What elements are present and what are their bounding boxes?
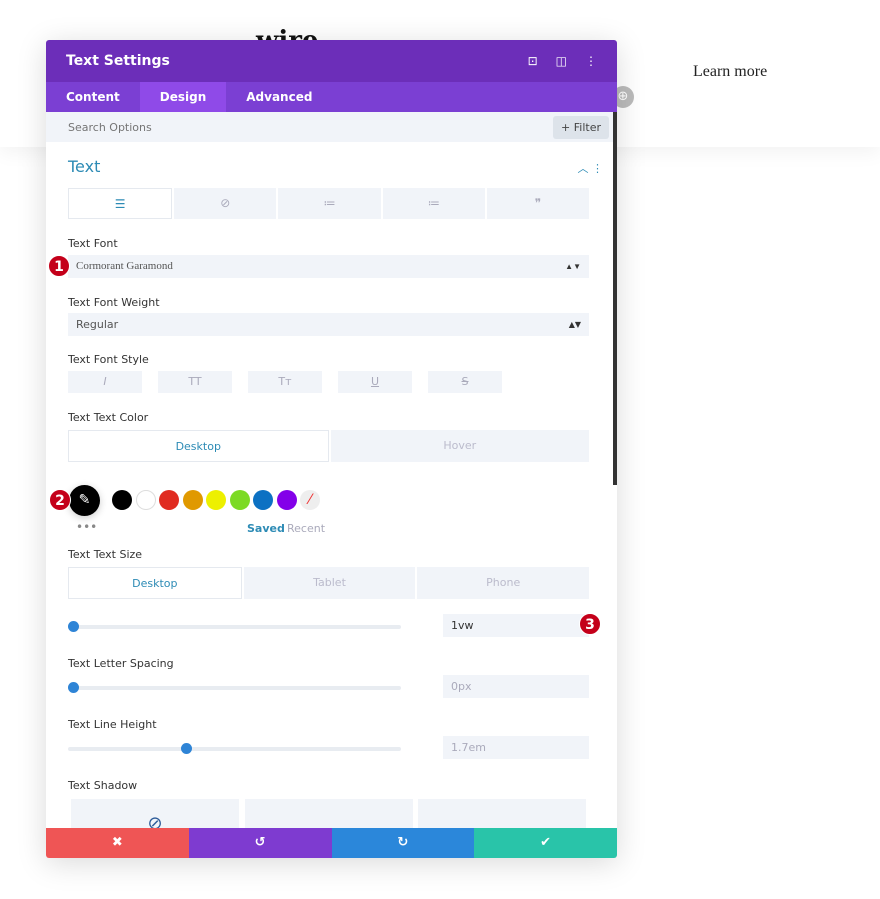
desktop-tab[interactable]: Desktop — [68, 567, 242, 599]
modal-tabs: Content Design Advanced — [46, 82, 617, 112]
line-height-slider[interactable] — [68, 743, 401, 754]
learn-more-link[interactable]: Learn more — [693, 63, 767, 81]
font-weight-value: Regular — [76, 318, 119, 331]
color-swatch[interactable] — [229, 490, 250, 510]
modal-title: Text Settings — [66, 53, 170, 69]
letter-spacing-label: Text Letter Spacing — [68, 657, 174, 670]
phone-tab[interactable]: Phone — [417, 567, 590, 599]
text-alignment-tabs: ☰ ⊘ ≔ ≔ ❞ — [68, 188, 590, 219]
tab-advanced[interactable]: Advanced — [226, 82, 332, 112]
slider-handle[interactable] — [180, 743, 192, 754]
color-swatch[interactable] — [182, 490, 203, 510]
undo-button[interactable]: ↺ — [188, 828, 332, 858]
settings-modal: Text Settings ⊡ ◫ ⋮ Content Design Advan… — [46, 40, 617, 858]
line-height-input[interactable]: 1.7em — [443, 736, 589, 759]
text-font-label: Text Font — [68, 237, 118, 250]
save-button[interactable]: ✔ — [474, 828, 617, 858]
text-size-label: Text Text Size — [68, 548, 143, 561]
color-swatch[interactable] — [112, 490, 132, 510]
filter-button[interactable]: + Filter — [553, 115, 609, 139]
text-font-select[interactable]: Cormorant Garamond ▲▼ — [68, 255, 589, 278]
cancel-button[interactable]: ✖ — [46, 828, 189, 858]
section-title[interactable]: Text — [68, 157, 100, 176]
hover-tab[interactable]: Hover — [330, 430, 589, 462]
slider-handle[interactable] — [68, 621, 79, 632]
line-height-label: Text Line Height — [68, 718, 157, 731]
step-badge-1: 1 — [48, 255, 70, 277]
collapse-icon[interactable]: ︿ ⋮ — [578, 160, 604, 176]
font-style-label: Text Font Style — [68, 353, 149, 366]
uppercase-button[interactable]: TT — [158, 371, 232, 393]
search-input[interactable] — [68, 120, 554, 134]
unordered-list-tab[interactable]: ≔ — [278, 188, 381, 219]
blockquote-tab[interactable]: ❞ — [486, 188, 590, 219]
scrollbar[interactable] — [613, 112, 617, 485]
color-swatch[interactable] — [206, 490, 226, 510]
ordered-list-tab[interactable]: ≔ — [382, 188, 485, 219]
paragraph-tab[interactable]: ☰ — [68, 188, 173, 219]
letter-spacing-slider[interactable] — [68, 682, 401, 693]
italic-button[interactable]: I — [68, 371, 142, 393]
color-swatch[interactable] — [276, 490, 297, 510]
text-size-input[interactable]: 1vw — [443, 614, 589, 637]
font-style-buttons: I TT Tт U S — [68, 371, 502, 393]
color-swatch[interactable] — [159, 490, 179, 510]
modal-header: Text Settings ⊡ ◫ ⋮ — [46, 40, 617, 82]
capitalize-button[interactable]: Tт — [248, 371, 322, 393]
split-view-icon[interactable]: ◫ — [556, 54, 567, 68]
step-badge-2: 2 — [49, 489, 71, 511]
select-arrows-icon: ▲▼ — [565, 262, 581, 271]
fullscreen-icon[interactable]: ⊡ — [528, 54, 538, 68]
color-swatch[interactable] — [253, 490, 273, 510]
font-weight-label: Text Font Weight — [68, 296, 160, 309]
step-badge-3: 3 — [579, 613, 601, 635]
text-color-label: Text Text Color — [68, 411, 149, 424]
strikethrough-button[interactable]: S — [428, 371, 502, 393]
more-options-icon[interactable]: ⋮ — [585, 54, 597, 68]
text-color-tabs: Desktop Hover — [68, 430, 589, 462]
recent-tab[interactable]: Recent — [287, 522, 325, 535]
no-color-swatch[interactable]: ⁄ — [300, 490, 320, 510]
tab-design[interactable]: Design — [139, 82, 227, 112]
device-tabs: Desktop Tablet Phone — [68, 567, 590, 599]
search-bar: + Filter — [46, 112, 617, 142]
modal-footer: ✖ ↺ ↻ ✔ — [46, 828, 617, 858]
letter-spacing-input[interactable]: 0px — [443, 675, 589, 698]
link-tab[interactable]: ⊘ — [174, 188, 277, 219]
tablet-tab[interactable]: Tablet — [243, 567, 416, 599]
tab-content[interactable]: Content — [46, 82, 140, 112]
text-shadow-label: Text Shadow — [68, 779, 138, 792]
desktop-tab[interactable]: Desktop — [68, 430, 329, 462]
select-arrows-icon: ▲▼ — [568, 320, 581, 329]
text-font-value: Cormorant Garamond — [76, 260, 173, 272]
font-weight-select[interactable]: Regular ▲▼ — [68, 313, 589, 336]
text-size-slider[interactable] — [68, 621, 401, 632]
underline-button[interactable]: U — [338, 371, 412, 393]
color-swatch[interactable] — [135, 490, 156, 510]
slider-handle[interactable] — [68, 682, 79, 693]
saved-tab[interactable]: Saved — [247, 522, 285, 535]
more-colors-icon[interactable]: ••• — [76, 520, 97, 534]
eyedropper-icon[interactable]: ✎ — [69, 485, 100, 516]
redo-button[interactable]: ↻ — [331, 828, 475, 858]
